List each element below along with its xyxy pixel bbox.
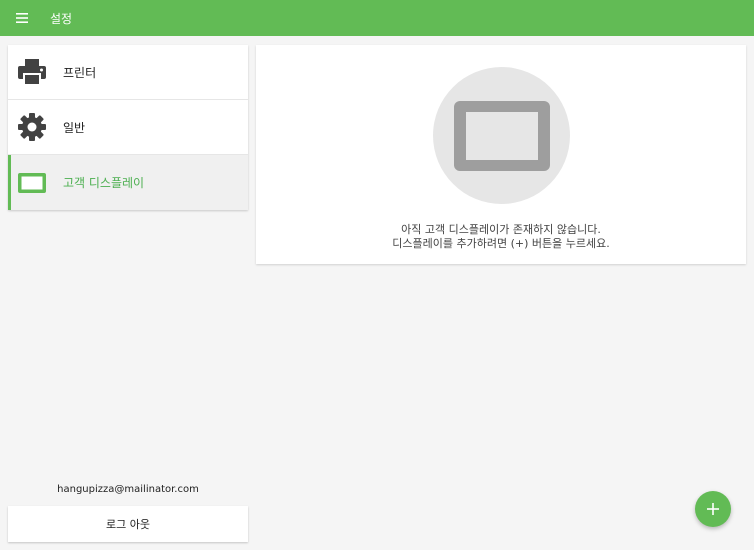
tablet-icon — [453, 100, 550, 171]
page-title: 설정 — [50, 11, 73, 26]
sidebar-item-label: 고객 디스플레이 — [63, 176, 145, 190]
empty-state-card: 아직 고객 디스플레이가 존재하지 않습니다. 디스플레이를 추가하려면 (+)… — [256, 45, 746, 264]
sidebar-item-customer-display[interactable]: 고객 디스플레이 — [8, 155, 248, 210]
empty-state-illustration — [433, 67, 570, 204]
sidebar-item-label: 일반 — [63, 120, 86, 135]
account-email: hangupizza@mailinator.com — [57, 484, 199, 495]
sidebar-item-printer[interactable]: 프린터 — [8, 45, 248, 100]
display-icon — [17, 168, 47, 198]
empty-state-hint: 디스플레이를 추가하려면 (+) 버튼을 누르세요. — [392, 237, 610, 250]
logout-button[interactable]: 로그 아웃 — [8, 506, 248, 542]
settings-menu: 프린터 일반 고객 디스플레이 — [8, 45, 248, 210]
menu-icon — [16, 13, 28, 23]
printer-icon — [17, 57, 47, 87]
gear-icon — [17, 112, 47, 142]
plus-icon — [707, 503, 719, 515]
sidebar-item-general[interactable]: 일반 — [8, 100, 248, 155]
menu-button[interactable] — [0, 0, 44, 36]
app-bar: 설정 — [0, 0, 754, 36]
sidebar-item-label: 프린터 — [63, 65, 97, 80]
add-display-button[interactable] — [695, 491, 731, 527]
